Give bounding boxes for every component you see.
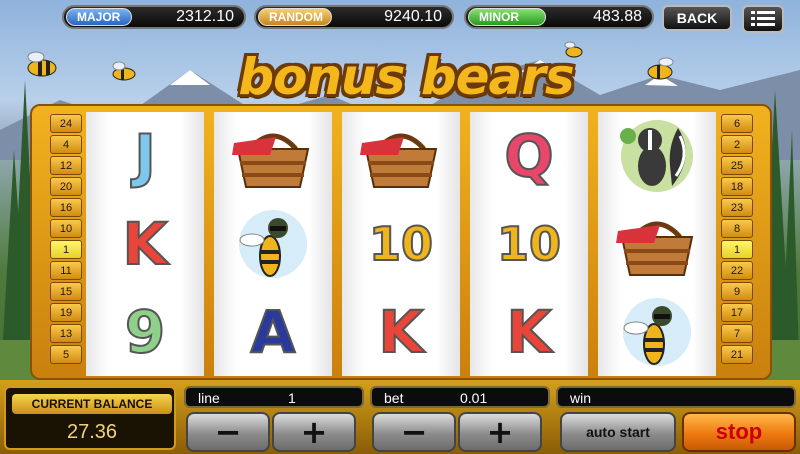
symbol-text: Q	[503, 121, 554, 191]
menu-button[interactable]	[742, 5, 784, 33]
symbol-text: J	[133, 121, 157, 191]
line-number-7[interactable]: 7	[721, 324, 753, 343]
back-button[interactable]: BACK	[662, 5, 732, 31]
line-number-10[interactable]: 10	[50, 219, 82, 238]
balance-value: 27.36	[66, 420, 118, 443]
symbol-text: 10	[496, 216, 562, 272]
bee-icon	[228, 204, 318, 284]
balance-label: CURRENT BALANCE	[12, 394, 172, 414]
random-jackpot-value: 9240.10	[384, 8, 442, 25]
skunk-icon	[612, 116, 702, 196]
symbol-k: K	[356, 292, 446, 372]
stop-button[interactable]: stop	[682, 412, 796, 452]
bet-value: 0.01	[460, 390, 488, 406]
symbol-text: K	[506, 297, 553, 367]
line-number-11[interactable]: 11	[50, 261, 82, 280]
reel-4: Q 10 K	[470, 112, 588, 376]
line-increase-button[interactable]: +	[272, 412, 356, 452]
line-number-13[interactable]: 13	[50, 324, 82, 343]
line-number-17[interactable]: 17	[721, 303, 753, 322]
symbol-10: 10	[484, 204, 574, 284]
line-number-21[interactable]: 21	[721, 345, 753, 364]
line-number-8[interactable]: 8	[721, 219, 753, 238]
bet-label: bet	[384, 390, 404, 406]
minor-jackpot-value: 483.88	[593, 8, 642, 25]
flying-bee-icon	[27, 51, 57, 77]
minor-jackpot-label: MINOR	[468, 8, 546, 26]
line-number-25[interactable]: 25	[721, 156, 753, 175]
line-number-15[interactable]: 15	[50, 282, 82, 301]
menu-icon	[751, 11, 775, 26]
picnic-basket-icon	[356, 116, 446, 196]
symbol-text: K	[378, 297, 425, 367]
major-jackpot-value: 2312.10	[176, 8, 234, 25]
symbol-text: 10	[368, 216, 434, 272]
reels: JK9 A 10 K Q 10 K	[86, 112, 716, 376]
line-number-22[interactable]: 22	[721, 261, 753, 280]
line-number-18[interactable]: 18	[721, 177, 753, 196]
line-number-6[interactable]: 6	[721, 114, 753, 133]
line-number-12[interactable]: 12	[50, 156, 82, 175]
line-number-9[interactable]: 9	[721, 282, 753, 301]
symbol-text: K	[122, 209, 169, 279]
line-number-2[interactable]: 2	[721, 135, 753, 154]
line-number-19[interactable]: 19	[50, 303, 82, 322]
line-number-1[interactable]: 1	[721, 240, 753, 259]
line-decrease-button[interactable]: −	[186, 412, 270, 452]
game-title-logo: bonus bears	[238, 48, 574, 106]
minor-jackpot: MINOR 483.88	[464, 5, 654, 29]
reel-1: JK 9	[86, 112, 204, 376]
random-jackpot: RANDOM 9240.10	[254, 5, 454, 29]
random-jackpot-label: RANDOM	[258, 8, 332, 26]
balance-panel: CURRENT BALANCE 27.36	[4, 386, 176, 450]
line-numbers-left: 24 4 12 20 16 10 1 11 15 19 13 5	[50, 114, 82, 364]
line-number-5[interactable]: 5	[50, 345, 82, 364]
symbol-j: J	[100, 116, 190, 196]
symbol-k: K	[484, 292, 574, 372]
bee-icon	[612, 292, 702, 372]
symbol-k: K	[100, 204, 190, 284]
line-number-4[interactable]: 4	[50, 135, 82, 154]
major-jackpot: MAJOR 2312.10	[62, 5, 246, 29]
reel-3: 10 K	[342, 112, 460, 376]
picnic-basket-icon	[612, 204, 702, 284]
bet-increase-button[interactable]: +	[458, 412, 542, 452]
line-number-16[interactable]: 16	[50, 198, 82, 217]
flying-bee-icon	[112, 61, 136, 81]
line-value: 1	[288, 390, 296, 406]
symbol-text: 9	[124, 297, 166, 367]
reel-5	[598, 112, 716, 376]
symbol-a: A	[228, 292, 318, 372]
symbol-q: Q	[484, 116, 574, 196]
line-number-23[interactable]: 23	[721, 198, 753, 217]
picnic-basket-icon	[228, 116, 318, 196]
flying-bee-icon	[647, 57, 674, 80]
symbol-9: 9	[100, 292, 190, 372]
bet-display: bet 0.01	[370, 386, 550, 408]
reel-2: A	[214, 112, 332, 376]
symbol-10: 10	[356, 204, 446, 284]
line-numbers-right: 6 2 25 18 23 8 1 22 9 17 7 21	[721, 114, 753, 364]
line-number-20[interactable]: 20	[50, 177, 82, 196]
bet-decrease-button[interactable]: −	[372, 412, 456, 452]
line-label: line	[198, 390, 220, 406]
symbol-text: A	[250, 297, 297, 367]
major-jackpot-label: MAJOR	[66, 8, 132, 26]
auto-start-button[interactable]: auto start	[560, 412, 676, 452]
win-display: win	[556, 386, 796, 408]
line-number-24[interactable]: 24	[50, 114, 82, 133]
line-number-1[interactable]: 1	[50, 240, 82, 259]
line-display: line 1	[184, 386, 364, 408]
win-label: win	[570, 390, 592, 406]
